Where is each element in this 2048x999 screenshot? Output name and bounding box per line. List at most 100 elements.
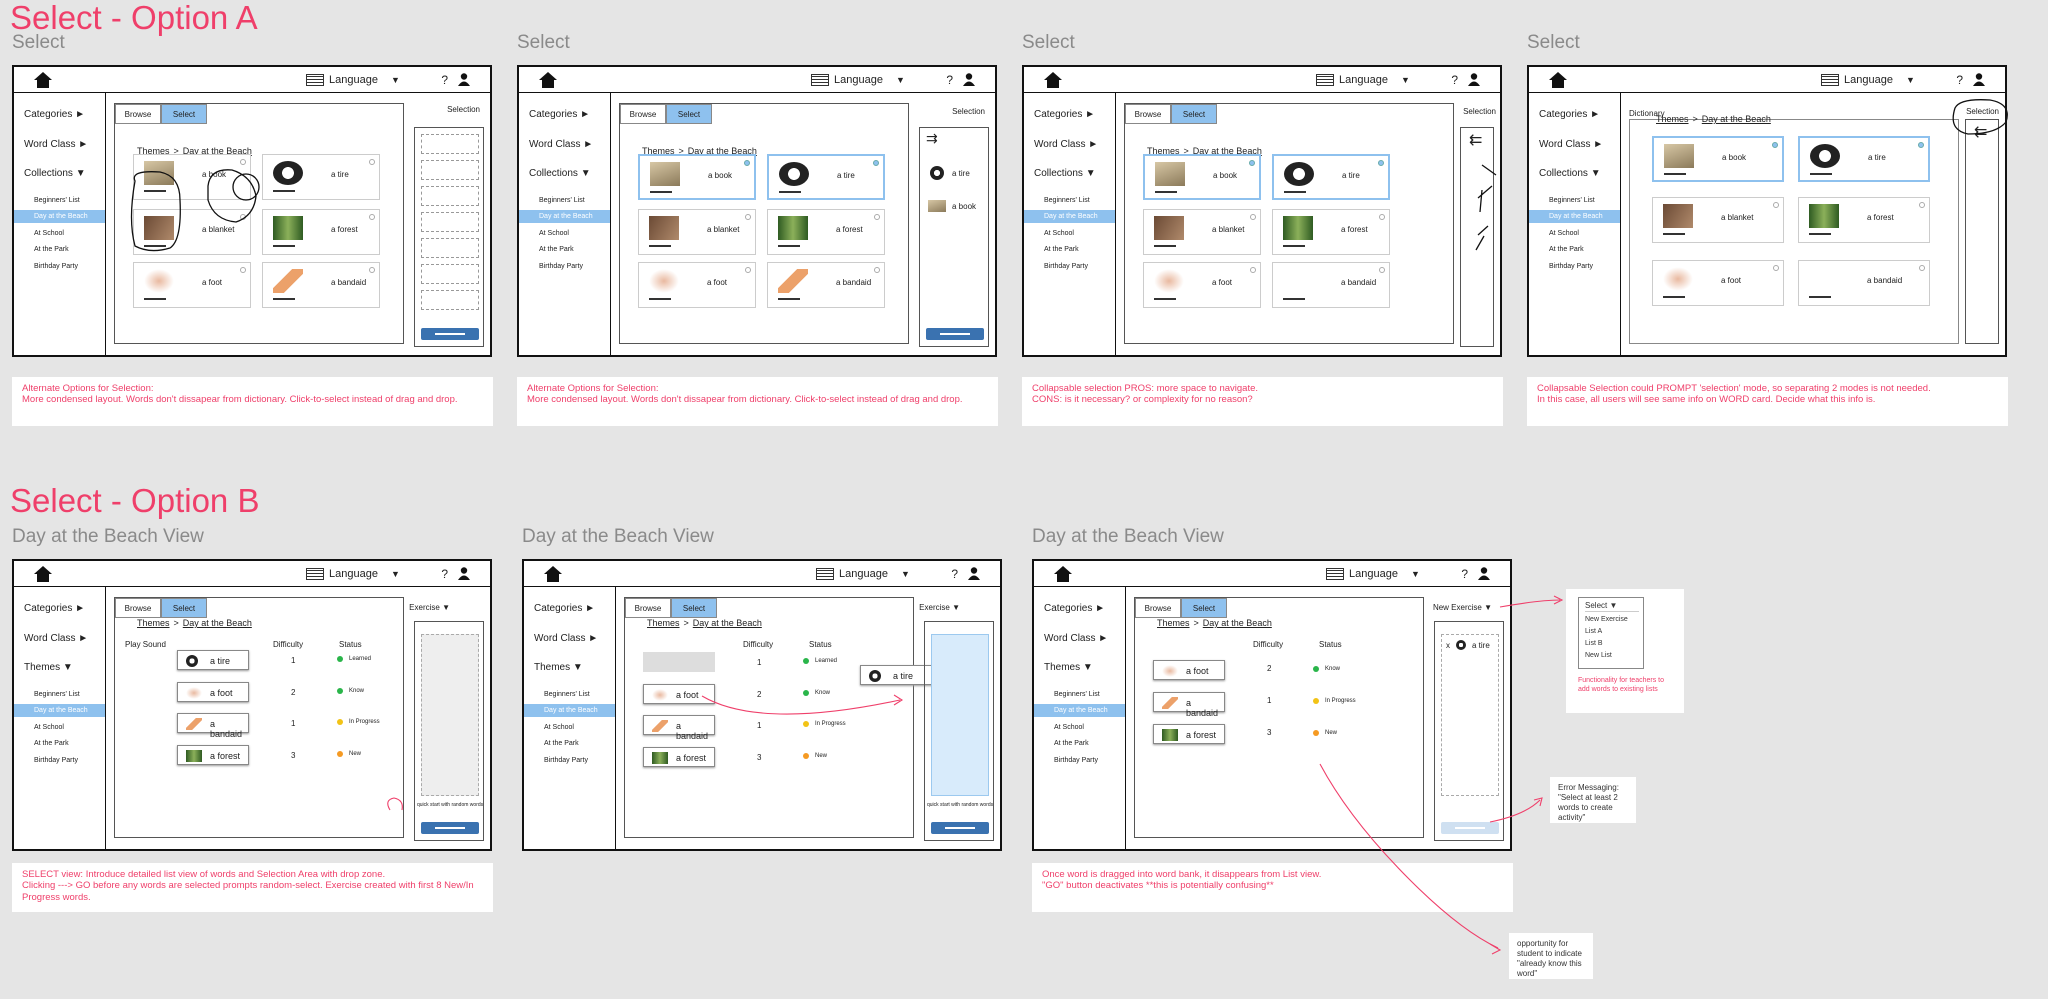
word-card[interactable]: a blanket xyxy=(1652,197,1784,243)
help-icon[interactable]: ? xyxy=(1451,73,1458,87)
go-button[interactable] xyxy=(931,822,989,834)
user-icon[interactable] xyxy=(1973,73,1985,86)
sidebar-item-school[interactable]: At School xyxy=(519,227,610,240)
word-card[interactable]: a tire xyxy=(1798,136,1930,182)
sidebar-item-park[interactable]: At the Park xyxy=(14,243,105,256)
sidebar-item-beginners[interactable]: Beginners' List xyxy=(1034,688,1125,701)
word-row[interactable]: a forest xyxy=(177,745,249,765)
help-icon[interactable]: ? xyxy=(1956,73,1963,87)
sidebar-word-class[interactable]: Word Class ► xyxy=(534,633,598,644)
word-card[interactable]: a book xyxy=(133,154,251,200)
go-button[interactable] xyxy=(421,822,479,834)
sidebar-themes[interactable]: Themes ▼ xyxy=(534,662,583,673)
sidebar-item-beach[interactable]: Day at the Beach xyxy=(1034,704,1125,717)
sidebar-item-birthday[interactable]: Birthday Party xyxy=(519,260,610,273)
tab-select[interactable]: Select xyxy=(161,104,207,124)
collapse-icon[interactable]: ⇉ xyxy=(926,130,938,147)
word-card[interactable]: a foot xyxy=(1652,260,1784,306)
sidebar-themes[interactable]: Themes ▼ xyxy=(1044,662,1093,673)
sidebar-item-birthday[interactable]: Birthday Party xyxy=(1529,260,1620,273)
sidebar-word-class[interactable]: Word Class ► xyxy=(1034,139,1098,150)
language-selector[interactable]: Language ▼ xyxy=(1326,568,1420,580)
help-icon[interactable]: ? xyxy=(441,73,448,87)
word-row[interactable]: a foot xyxy=(177,682,249,702)
remove-icon[interactable]: x xyxy=(1446,641,1450,650)
home-icon[interactable] xyxy=(539,72,557,88)
sidebar-item-beach[interactable]: Day at the Beach xyxy=(1024,210,1115,223)
sidebar-categories[interactable]: Categories ► xyxy=(534,603,595,614)
sidebar-item-beginners[interactable]: Beginners' List xyxy=(14,688,105,701)
sidebar-collections[interactable]: Collections ▼ xyxy=(24,168,86,179)
help-icon[interactable]: ? xyxy=(441,567,448,581)
tab-browse[interactable]: Browse xyxy=(115,104,161,124)
word-card[interactable]: a forest xyxy=(1272,209,1390,255)
sidebar-word-class[interactable]: Word Class ► xyxy=(24,139,88,150)
user-icon[interactable] xyxy=(458,73,470,86)
word-card[interactable]: a bandaid xyxy=(767,262,885,308)
tab-browse[interactable]: Browse xyxy=(1135,598,1181,618)
word-bank[interactable]: x a tire xyxy=(1441,634,1499,796)
language-selector[interactable]: Language ▼ xyxy=(811,74,905,86)
word-card[interactable]: a forest xyxy=(262,209,380,255)
dropdown-option[interactable]: New Exercise xyxy=(1585,616,1628,625)
language-selector[interactable]: Language ▼ xyxy=(306,568,400,580)
drop-zone[interactable] xyxy=(421,634,479,796)
word-card[interactable]: a bandaid xyxy=(1798,260,1930,306)
home-icon[interactable] xyxy=(544,566,562,582)
word-card[interactable]: a bandaid xyxy=(262,262,380,308)
home-icon[interactable] xyxy=(1044,72,1062,88)
tab-browse[interactable]: Browse xyxy=(1125,104,1171,124)
sidebar-word-class[interactable]: Word Class ► xyxy=(1044,633,1108,644)
sidebar-item-birthday[interactable]: Birthday Party xyxy=(14,754,105,767)
word-card[interactable]: a foot xyxy=(133,262,251,308)
collapsed-selection-panel[interactable]: ⇇ xyxy=(1460,127,1494,347)
home-icon[interactable] xyxy=(1054,566,1072,582)
help-icon[interactable]: ? xyxy=(951,567,958,581)
sidebar-word-class[interactable]: Word Class ► xyxy=(1539,139,1603,150)
sidebar-item-beach[interactable]: Day at the Beach xyxy=(1529,210,1620,223)
word-row[interactable]: a bandaid xyxy=(177,713,249,739)
word-card[interactable]: a blanket xyxy=(1143,209,1261,255)
word-card[interactable]: a forest xyxy=(767,209,885,255)
expand-icon[interactable]: ⇇ xyxy=(1974,122,1987,142)
language-selector[interactable]: Language ▼ xyxy=(1316,74,1410,86)
word-card[interactable]: a tire xyxy=(767,154,885,200)
sidebar-word-class[interactable]: Word Class ► xyxy=(24,633,88,644)
sidebar-item-park[interactable]: At the Park xyxy=(524,737,615,750)
sidebar-collections[interactable]: Collections ▼ xyxy=(1034,168,1096,179)
user-icon[interactable] xyxy=(1468,73,1480,86)
sidebar-collections[interactable]: Collections ▼ xyxy=(1539,168,1601,179)
sidebar-item-beginners[interactable]: Beginners' List xyxy=(524,688,615,701)
sidebar-item-school[interactable]: At School xyxy=(1034,721,1125,734)
sidebar-item-birthday[interactable]: Birthday Party xyxy=(1034,754,1125,767)
sidebar-item-beginners[interactable]: Beginners' List xyxy=(1024,194,1115,207)
new-exercise-dropdown[interactable]: New Exercise ▼ xyxy=(1433,603,1492,612)
word-row[interactable]: a tire xyxy=(177,650,249,670)
drop-zone[interactable] xyxy=(931,634,989,796)
sidebar-item-beginners[interactable]: Beginners' List xyxy=(1529,194,1620,207)
tab-select[interactable]: Select xyxy=(671,598,717,618)
word-card[interactable]: a book xyxy=(1143,154,1261,200)
word-row[interactable]: a forest xyxy=(1153,724,1225,744)
sidebar-item-school[interactable]: At School xyxy=(14,227,105,240)
user-icon[interactable] xyxy=(963,73,975,86)
tab-browse[interactable]: Browse xyxy=(115,598,161,618)
language-selector[interactable]: Language ▼ xyxy=(306,74,400,86)
sidebar-item-beginners[interactable]: Beginners' List xyxy=(14,194,105,207)
sidebar-item-school[interactable]: At School xyxy=(1024,227,1115,240)
tab-select[interactable]: Select xyxy=(666,104,712,124)
dropdown-head[interactable]: Select xyxy=(1585,601,1607,610)
sidebar-item-beach[interactable]: Day at the Beach xyxy=(14,210,105,223)
tab-browse[interactable]: Browse xyxy=(620,104,666,124)
sidebar-word-class[interactable]: Word Class ► xyxy=(529,139,593,150)
home-icon[interactable] xyxy=(34,72,52,88)
sidebar-themes[interactable]: Themes ▼ xyxy=(24,662,73,673)
word-card[interactable]: a foot xyxy=(638,262,756,308)
sidebar-item-park[interactable]: At the Park xyxy=(1024,243,1115,256)
word-row[interactable]: a foot xyxy=(1153,660,1225,680)
go-button[interactable] xyxy=(421,328,479,340)
word-row[interactable]: a forest xyxy=(643,747,715,767)
sidebar-item-birthday[interactable]: Birthday Party xyxy=(524,754,615,767)
word-card[interactable]: a tire xyxy=(262,154,380,200)
sidebar-item-park[interactable]: At the Park xyxy=(519,243,610,256)
